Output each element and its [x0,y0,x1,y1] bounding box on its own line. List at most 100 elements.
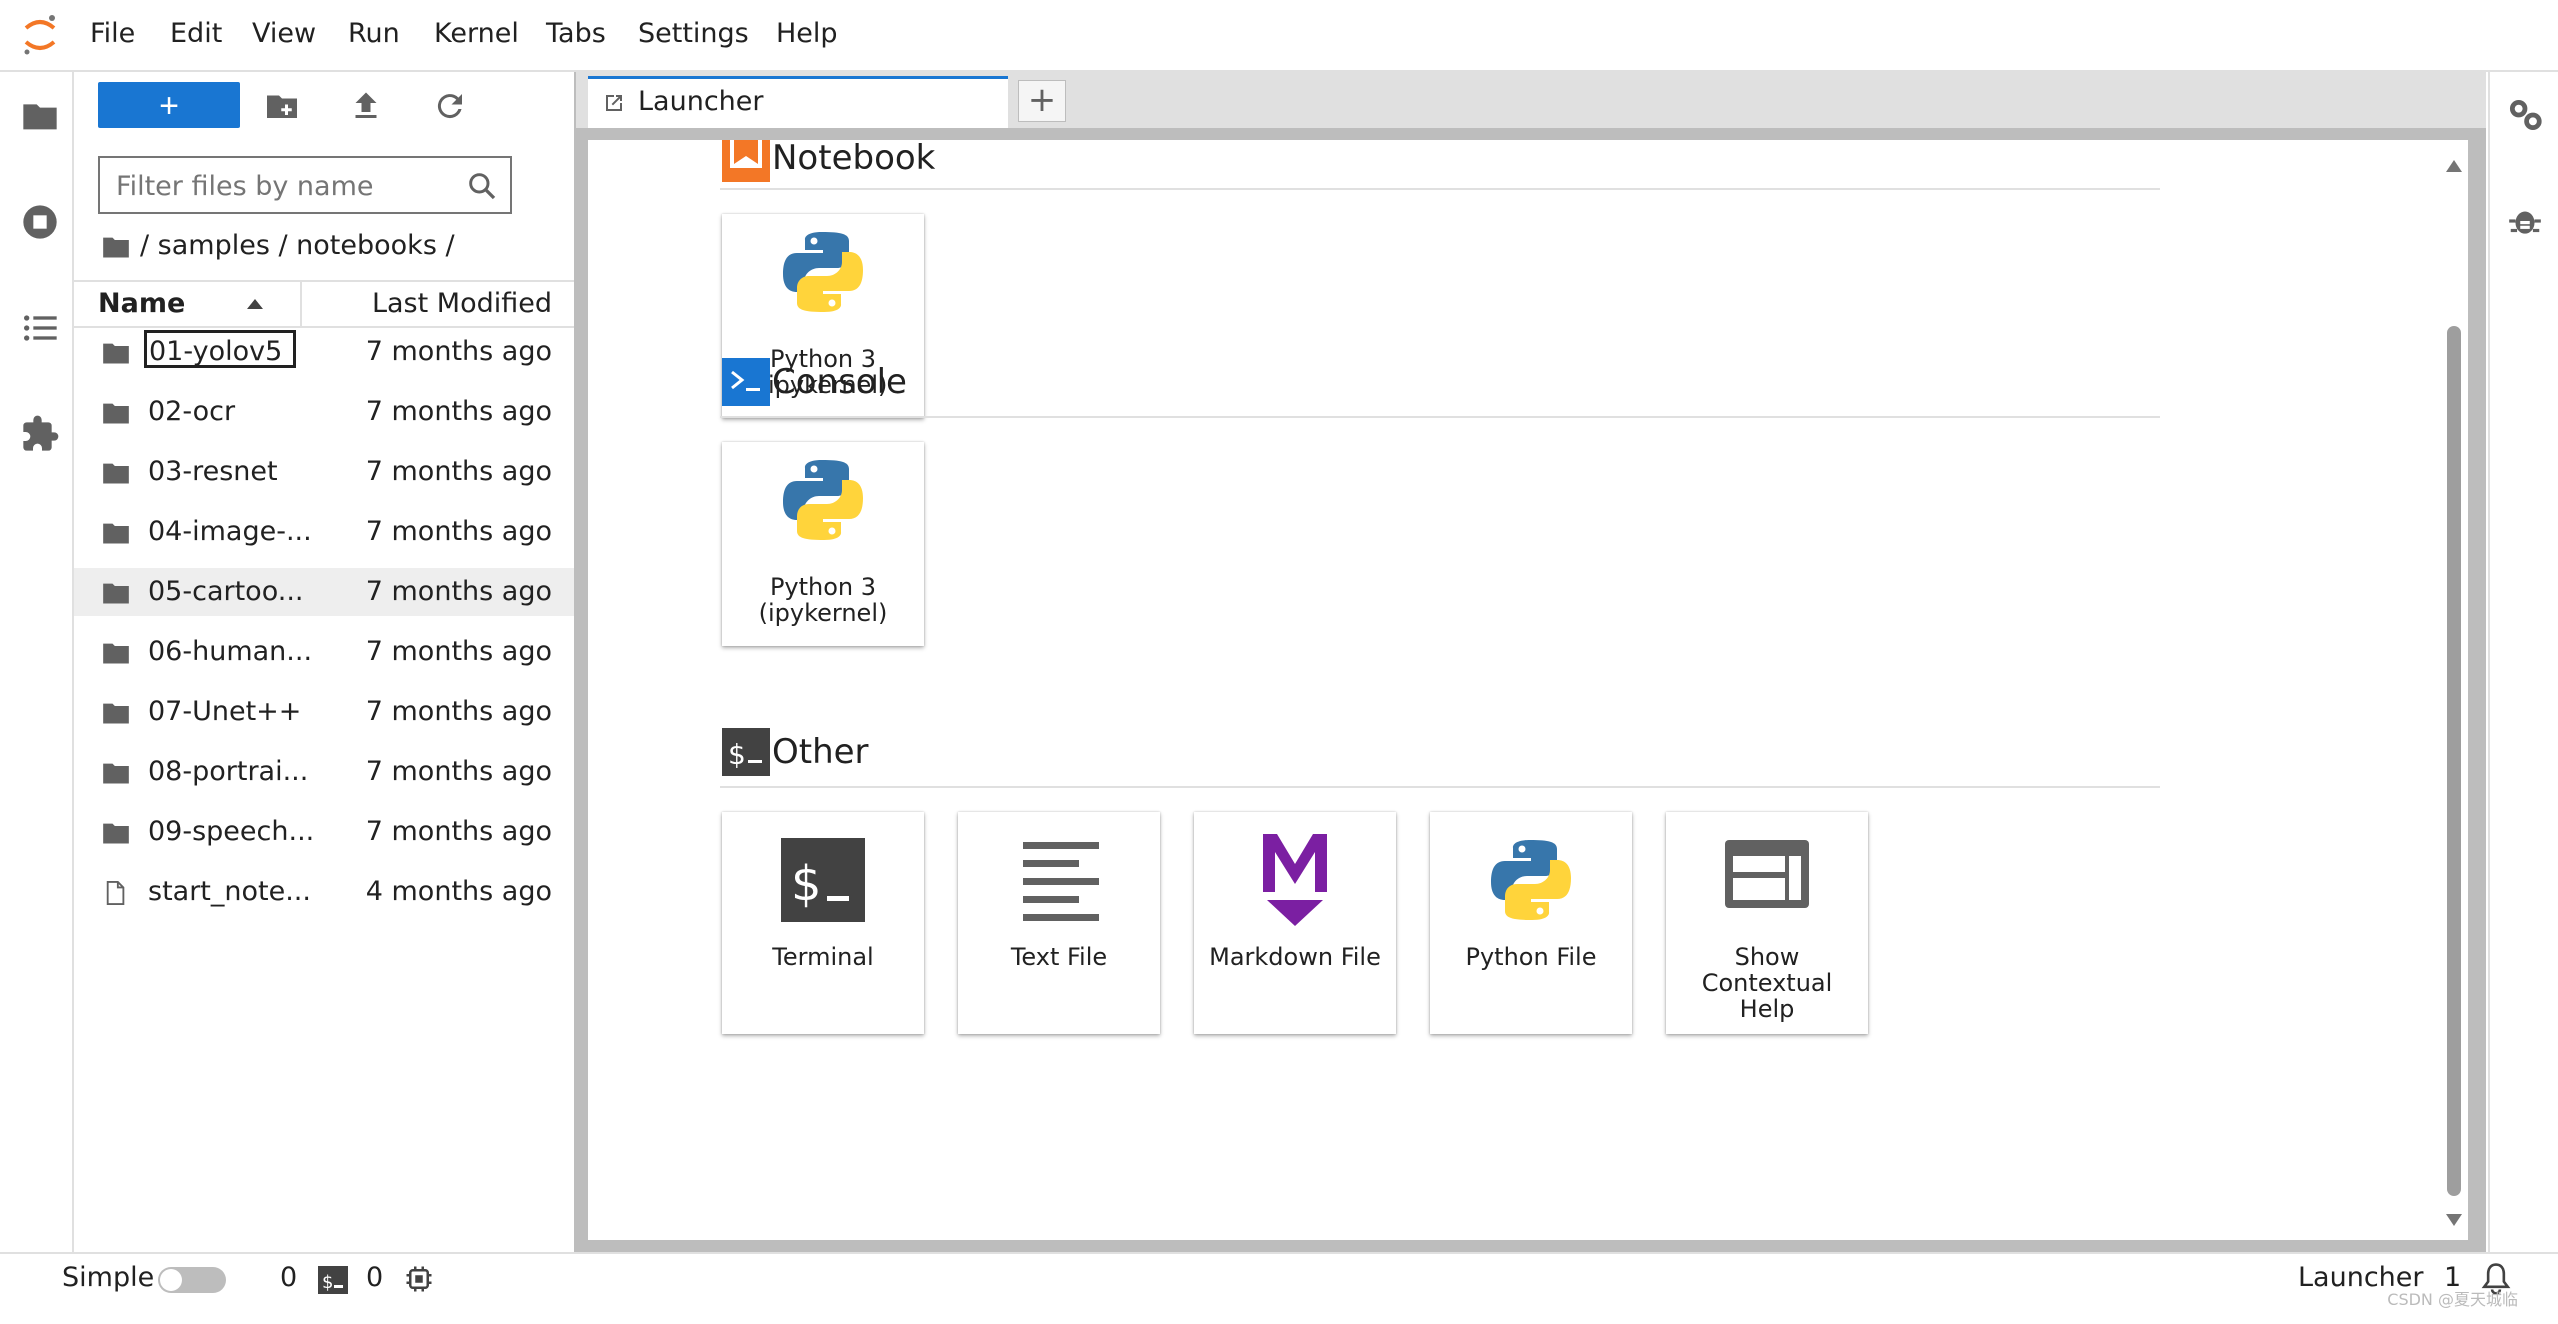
running-stop-icon[interactable] [20,202,60,242]
console-python3-card[interactable]: Python 3 (ipykernel) [722,442,924,646]
tab-launcher-label: Launcher [638,86,764,117]
section-divider [720,188,2160,190]
console-section-title: Console [772,362,907,402]
section-divider [720,416,2160,418]
new-launcher-button[interactable]: + [98,82,240,128]
file-name[interactable]: 04-image-... [144,508,316,556]
card-label-line1: Show [1734,943,1800,971]
home-folder-icon[interactable] [102,235,130,259]
menu-settings[interactable]: Settings [632,14,755,54]
file-modified: 7 months ago [365,696,552,727]
status-bar: Simple 0 $ 0 Launcher 1 CSDN @夏天城临 [0,1252,2558,1309]
kernel-status-chip-icon[interactable] [404,1264,434,1294]
file-name[interactable]: 09-speech... [144,808,318,856]
file-name[interactable]: 07-Unet++ [144,688,305,736]
extension-puzzle-icon[interactable] [20,414,60,454]
terminals-count[interactable]: 0 [366,1254,383,1302]
toggle-knob [160,1269,182,1291]
file-icon [106,881,125,905]
file-modified: 4 months ago [365,876,552,907]
card-label-line1: Text File [1010,943,1108,971]
text-file-card[interactable]: Text File [958,812,1160,1034]
other-section-icon: $ [722,728,770,776]
python-file-card[interactable]: Python File [1430,812,1632,1034]
file-row[interactable]: start_note... 4 months ago [74,868,574,916]
scrollbar-thumb[interactable] [2447,326,2461,1196]
column-modified-header[interactable]: Last Modified [372,282,552,326]
notebook-section-title: Notebook [772,140,936,178]
card-label-line2: Contextual [1701,969,1833,997]
file-row[interactable]: 07-Unet++ 7 months ago [74,688,574,736]
file-modified: 7 months ago [365,636,552,667]
watermark: CSDN @夏天城临 [2387,1290,2518,1309]
filter-files-input[interactable] [114,166,458,206]
refresh-icon[interactable] [432,88,468,124]
debugger-bug-icon[interactable] [2506,202,2544,240]
file-modified: 7 months ago [365,576,552,607]
file-name[interactable]: start_note... [144,868,315,916]
card-label-line1: Terminal [772,943,874,971]
file-row[interactable]: 02-ocr 7 months ago [74,388,574,436]
file-row[interactable]: 08-portrai... 7 months ago [74,748,574,796]
other-section-title: Other [772,732,869,772]
file-row[interactable]: 04-image-... 7 months ago [74,508,574,556]
scroll-down-icon[interactable] [2444,1210,2464,1230]
console-section-icon [722,358,770,406]
contextual-help-card[interactable]: Show Contextual Help [1666,812,1868,1034]
folder-icon [103,763,129,784]
menu-run[interactable]: Run [342,14,406,54]
menu-file[interactable]: File [84,14,141,54]
file-row[interactable]: 09-speech... 7 months ago [74,808,574,856]
terminal-status-icon[interactable]: $ [318,1266,348,1294]
left-sidebar [0,72,74,1252]
menu-view[interactable]: View [246,14,322,54]
markdown-file-card[interactable]: Markdown File [1194,812,1396,1034]
tab-launcher[interactable]: Launcher [588,76,1008,128]
card-label-line1: Python 3 [769,573,877,601]
launcher-tab-icon [606,95,622,111]
column-divider[interactable] [300,282,302,326]
new-folder-icon[interactable] [264,88,300,124]
folder-icon[interactable] [20,96,60,136]
terminal-card[interactable]: $ Terminal [722,812,924,1034]
scroll-up-icon[interactable] [2444,156,2464,176]
breadcrumb-path[interactable]: / samples / notebooks / [140,230,455,261]
menu-tabs[interactable]: Tabs [540,14,612,54]
folder-icon [103,823,129,844]
folder-icon [103,643,129,664]
svg-text:$: $ [728,738,746,771]
jupyter-logo-icon [24,15,56,55]
column-name-header[interactable]: Name [98,282,185,326]
new-tab-button[interactable]: + [1018,80,1066,122]
file-name[interactable]: 06-human... [144,628,316,676]
file-row[interactable]: 05-cartoo... 7 months ago [74,568,574,616]
launcher-scrollbar[interactable] [2444,140,2464,1240]
menu-help[interactable]: Help [770,14,844,54]
file-name[interactable]: 05-cartoo... [144,568,308,616]
file-modified: 7 months ago [365,336,552,367]
section-divider [720,786,2160,788]
launcher-panel: Notebook Python 3 (ipykernel) Console Py… [588,140,2468,1240]
file-row[interactable]: 06-human... 7 months ago [74,628,574,676]
svg-text:$: $ [322,1272,333,1293]
file-name[interactable]: 02-ocr [144,388,239,436]
terminal-icon: $ [781,838,865,922]
folder-icon [103,583,129,604]
menu-edit[interactable]: Edit [164,14,228,54]
file-name[interactable]: 08-portrai... [144,748,312,796]
menu-kernel[interactable]: Kernel [428,14,525,54]
property-inspector-gears-icon[interactable] [2506,96,2544,134]
file-name[interactable]: 01-yolov5 [144,330,296,368]
file-row[interactable]: 01-yolov5 7 months ago [74,328,574,376]
file-row[interactable]: 03-resnet 7 months ago [74,448,574,496]
file-modified: 7 months ago [365,816,552,847]
upload-icon[interactable] [348,88,384,124]
file-name[interactable]: 03-resnet [144,448,282,496]
file-modified: 7 months ago [365,756,552,787]
table-of-contents-icon[interactable] [20,308,60,348]
simple-mode-toggle[interactable] [158,1267,226,1293]
sort-ascending-icon[interactable] [246,298,264,310]
folder-icon [103,463,129,484]
kernels-count[interactable]: 0 [280,1254,297,1302]
markdown-icon [1263,834,1327,926]
